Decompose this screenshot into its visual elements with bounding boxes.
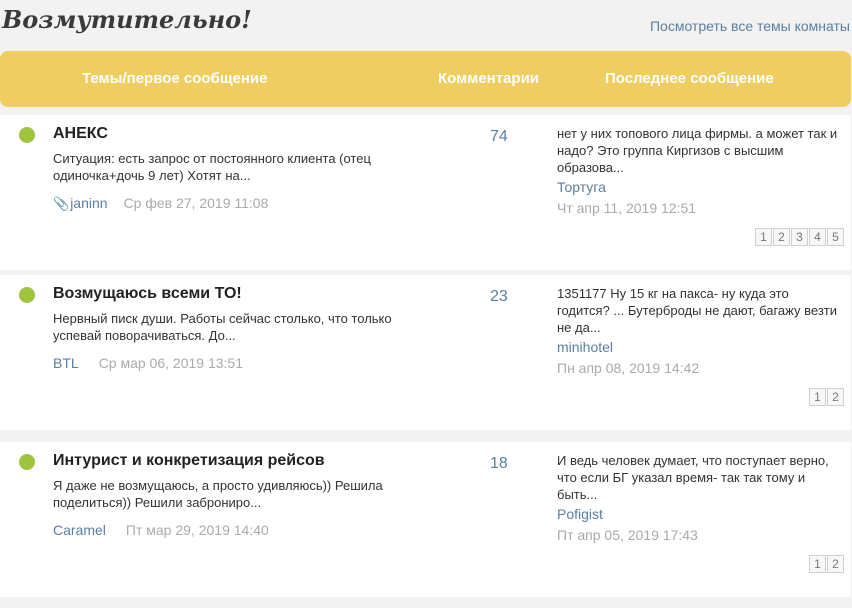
page-link[interactable]: 1	[755, 228, 772, 246]
pagination: 1 2 3 4 5	[755, 228, 844, 246]
last-message-excerpt: нет у них топового лица фирмы. а может т…	[557, 126, 838, 175]
last-message-author-link[interactable]: Pofigist	[557, 506, 603, 522]
unread-status-icon	[19, 287, 35, 303]
last-message-excerpt: И ведь человек думает, что поступает вер…	[557, 453, 829, 502]
page-link[interactable]: 3	[791, 228, 808, 246]
topic-author-link[interactable]: BTL	[53, 355, 79, 371]
column-header-last-message: Последнее сообщение	[605, 70, 774, 87]
topic-row: Интурист и конкретизация рейсов Я даже н…	[0, 442, 851, 597]
page-link[interactable]: 2	[827, 388, 844, 406]
topic-excerpt: Нервный писк души. Работы сейчас столько…	[53, 311, 392, 343]
topic-author-link[interactable]: janinn	[70, 195, 107, 211]
last-message-date: Чт апр 11, 2019 12:51	[557, 200, 697, 216]
pagination: 1 2	[809, 388, 844, 406]
last-message-date: Пт апр 05, 2019 17:43	[557, 527, 698, 543]
unread-status-icon	[19, 454, 35, 470]
last-message-date: Пн апр 08, 2019 14:42	[557, 360, 700, 376]
view-all-topics-link[interactable]: Посмотреть все темы комнаты	[650, 18, 850, 34]
topic-row: АНЕКС Ситуация: есть запрос от постоянно…	[0, 115, 851, 270]
last-message-author-link[interactable]: minihotel	[557, 339, 613, 355]
last-message-excerpt: 1351177 Ну 15 кг на пакса- ну куда это г…	[557, 286, 837, 335]
page-header: Возмутительно! Посмотреть все темы комна…	[0, 0, 852, 48]
table-header: Темы/первое сообщение Комментарии Послед…	[0, 51, 851, 107]
comment-count: 74	[490, 128, 508, 145]
topic-meta: 📎janinn Ср фев 27, 2019 11:08	[53, 195, 268, 212]
topic-meta: Caramel Пт мар 29, 2019 14:40	[53, 522, 269, 538]
page-link[interactable]: 2	[773, 228, 790, 246]
page-link[interactable]: 1	[809, 388, 826, 406]
page-title: Возмутительно!	[2, 5, 252, 34]
comment-count: 23	[490, 288, 508, 305]
column-header-topic: Темы/первое сообщение	[82, 70, 268, 87]
topic-title-link[interactable]: Интурист и конкретизация рейсов	[53, 452, 325, 470]
topic-title-link[interactable]: АНЕКС	[53, 125, 108, 143]
page-link[interactable]: 1	[809, 555, 826, 573]
column-header-comments: Комментарии	[438, 70, 540, 87]
topic-excerpt: Ситуация: есть запрос от постоянного кли…	[53, 151, 371, 183]
page-link[interactable]: 5	[827, 228, 844, 246]
topic-date: Ср мар 06, 2019 13:51	[98, 355, 243, 371]
pagination: 1 2	[809, 555, 844, 573]
topic-meta: BTL Ср мар 06, 2019 13:51	[53, 355, 243, 371]
unread-status-icon	[19, 127, 35, 143]
topic-excerpt: Я даже не возмущаюсь, а просто удивляюсь…	[53, 478, 383, 510]
topic-date: Ср фев 27, 2019 11:08	[123, 195, 269, 211]
topic-author-link[interactable]: Caramel	[53, 522, 106, 538]
page-link[interactable]: 2	[827, 555, 844, 573]
last-message-author-link[interactable]: Тортуга	[557, 179, 606, 195]
topic-row: Возмущаюсь всеми ТО! Нервный писк души. …	[0, 275, 851, 430]
paperclip-icon: 📎	[53, 196, 70, 211]
page-link[interactable]: 4	[809, 228, 826, 246]
comment-count: 18	[490, 455, 508, 472]
topic-date: Пт мар 29, 2019 14:40	[125, 522, 269, 538]
topic-title-link[interactable]: Возмущаюсь всеми ТО!	[53, 285, 242, 303]
